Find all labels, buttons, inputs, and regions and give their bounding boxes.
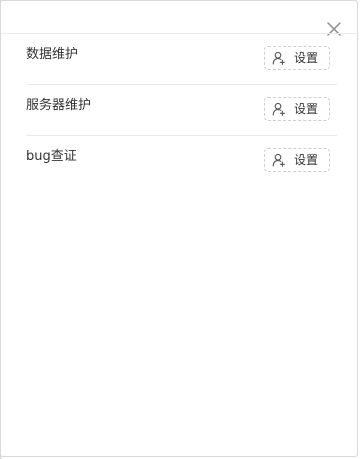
user-settings-icon xyxy=(272,51,286,65)
list-item: bug查证 设置 xyxy=(26,136,337,186)
item-label: 服务器维护 xyxy=(26,98,92,113)
user-settings-icon xyxy=(272,153,286,167)
settings-button[interactable]: 设置 xyxy=(264,148,330,172)
settings-button[interactable]: 设置 xyxy=(264,46,330,70)
user-settings-icon xyxy=(272,102,286,116)
list-item: 数据维护 设置 xyxy=(26,34,337,85)
list-item: 服务器维护 设置 xyxy=(26,85,337,136)
settings-button-label: 设置 xyxy=(294,51,319,65)
settings-button-label: 设置 xyxy=(294,153,319,167)
permissions-dialog: 数据维护 设置 服务器维护 设置 bug查证 设置 xyxy=(0,0,359,457)
permission-list: 数据维护 设置 服务器维护 设置 bug查证 设置 xyxy=(26,34,337,186)
item-label: bug查证 xyxy=(26,149,77,164)
item-label: 数据维护 xyxy=(26,47,79,62)
settings-button[interactable]: 设置 xyxy=(264,97,330,121)
settings-button-label: 设置 xyxy=(294,102,319,116)
